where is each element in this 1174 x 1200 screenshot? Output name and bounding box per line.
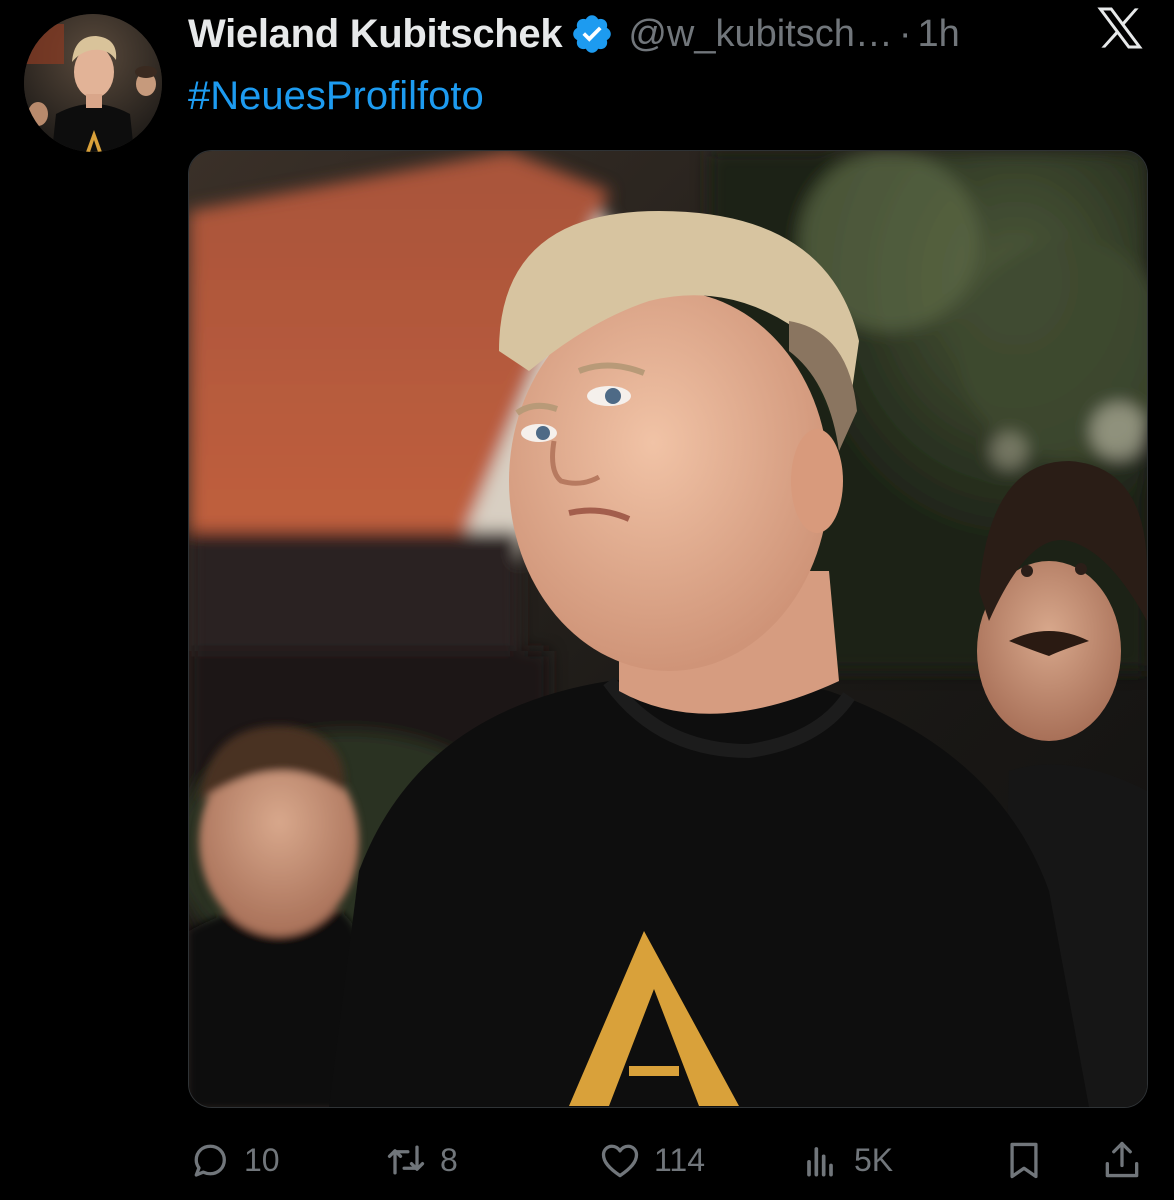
retweet-button[interactable]: 8	[384, 1128, 458, 1192]
views-count: 5K	[854, 1141, 894, 1178]
like-button[interactable]: 114	[598, 1128, 705, 1192]
heart-icon	[601, 1144, 639, 1178]
bookmark-button[interactable]	[1002, 1128, 1046, 1192]
action-bar: 10 8 114 5K	[188, 1128, 1148, 1192]
reply-icon	[194, 1144, 226, 1177]
retweet-icon	[387, 1145, 425, 1175]
display-name[interactable]: Wieland Kubitschek	[188, 12, 563, 57]
hashtag-link[interactable]: #NeuesProfilfoto	[188, 74, 484, 118]
tweet-text: #NeuesProfilfoto	[188, 68, 484, 124]
tweet-header: Wieland Kubitschek @w_kubitsch… · 1h	[188, 6, 1148, 62]
bookmark-icon	[1010, 1142, 1038, 1179]
timestamp[interactable]: 1h	[918, 13, 960, 56]
user-handle[interactable]: @w_kubitsch…	[628, 13, 893, 56]
separator-dot: ·	[898, 12, 912, 55]
reply-button[interactable]: 10	[188, 1128, 280, 1192]
share-icon	[1105, 1141, 1139, 1178]
views-button[interactable]: 5K	[798, 1128, 893, 1192]
retweet-count: 8	[440, 1141, 458, 1178]
x-logo-icon[interactable]	[1094, 4, 1146, 52]
share-button[interactable]	[1100, 1128, 1144, 1192]
like-count: 114	[654, 1141, 706, 1178]
verified-badge-icon	[573, 15, 612, 53]
avatar[interactable]	[24, 14, 162, 152]
tweet-photo[interactable]	[188, 150, 1148, 1108]
views-icon	[807, 1147, 833, 1177]
tweet: Wieland Kubitschek @w_kubitsch… · 1h #Ne…	[0, 0, 1174, 1200]
reply-count: 10	[244, 1141, 280, 1178]
